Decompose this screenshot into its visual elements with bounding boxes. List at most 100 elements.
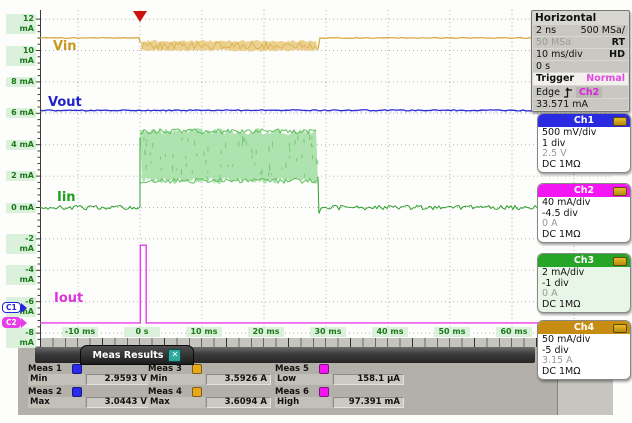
y-axis-label: 0 mA (6, 203, 36, 213)
trigger-source: Ch2 (576, 87, 602, 98)
marker-arrow (21, 303, 27, 313)
meas-header-label: Meas 1 (28, 364, 62, 374)
y-axis-label: 2 mA (6, 171, 36, 181)
horizontal-row-right: RT (612, 37, 625, 48)
horizontal-row-right: HD (609, 49, 625, 60)
meas-stat-label: Low (275, 374, 332, 385)
trace-label-iin: Iin (57, 190, 76, 205)
y-axis-label: -8 mA (6, 328, 36, 348)
meas-header-label: Meas 6 (275, 387, 309, 397)
ch1-offset-marker[interactable]: C1 (2, 302, 27, 313)
horizontal-row-right: 500 MSa/ (581, 25, 625, 36)
channel-setting-line: 0 A (542, 219, 626, 230)
meas-row: Max3.6094 A (148, 397, 271, 408)
channel-header-ch3[interactable]: Ch3 (538, 254, 630, 267)
tab-meas-results[interactable]: Meas Results ✕ (80, 345, 194, 365)
trigger-position-marker[interactable] (133, 11, 147, 22)
channel-setting-line: 2 mA/div (542, 268, 626, 279)
horizontal-panel-title: Horizontal (532, 11, 629, 25)
meas-row: High97.391 mA (275, 397, 404, 408)
meas-value: 3.6094 A (206, 397, 271, 408)
y-axis-label: 8 mA (6, 77, 36, 87)
channel-settings: 500 mV/div1 div2.5 VDC 1MΩ (538, 127, 630, 172)
meas-row: Min2.9593 V (28, 374, 151, 385)
horizontal-rows: 2 ns 500 MSa/50 MSa RT 10 ms/div HD 0 s (532, 25, 629, 72)
channel-setting-line: DC 1MΩ (542, 160, 626, 171)
trigger-edge-row: Edge Ch2 (533, 86, 628, 98)
ch2-offset-marker[interactable]: C2 (2, 317, 27, 328)
channel-header-ch1[interactable]: Ch1 (538, 114, 630, 127)
channel-setting-line: 40 mA/div (542, 198, 626, 209)
meas-header: Meas 3 (148, 364, 202, 374)
y-axis-label: 12 mA (6, 14, 36, 34)
waveform-traces (34, 10, 612, 345)
channel-setting-line: DC 1MΩ (542, 230, 626, 241)
channel-setting-line: 0 A (542, 289, 626, 300)
meas-header-label: Meas 4 (148, 387, 182, 397)
rising-edge-icon (563, 87, 573, 98)
meas-header-label: Meas 5 (275, 364, 309, 374)
meas-stat-label: Min (148, 374, 205, 385)
marker-tag: C2 (2, 317, 21, 328)
meas-stat-label: Min (28, 374, 85, 385)
channel-panel-ch4[interactable]: Ch450 mA/div-5 div3.15 ADC 1MΩ (537, 320, 631, 380)
marker-tag: C1 (2, 302, 21, 313)
horizontal-row-left: 0 s (536, 61, 550, 72)
channel-settings: 40 mA/div-4.5 div0 ADC 1MΩ (538, 197, 630, 242)
meas-source-icon (192, 387, 202, 397)
meas-row: Min3.5926 A (148, 374, 271, 385)
meas-stat-label: Max (28, 397, 85, 408)
channel-setting-line: 50 mA/div (542, 335, 626, 346)
y-axis-label: 6 mA (6, 108, 36, 118)
trace-label-iout: Iout (54, 291, 83, 306)
meas-header-label: Meas 2 (28, 387, 62, 397)
trace-iin (40, 128, 611, 214)
meas-header: Meas 5 (275, 364, 329, 374)
meas-row: Max3.0443 V (28, 397, 151, 408)
horizontal-panel[interactable]: Horizontal 2 ns500 MSa/50 MSaRT10 ms/div… (531, 10, 630, 112)
horizontal-row: 0 s (533, 61, 628, 72)
horizontal-row-left: 50 MSa (536, 37, 571, 48)
meas-header: Meas 6 (275, 387, 329, 397)
meas-stat-label: Max (148, 397, 205, 408)
channel-settings: 50 mA/div-5 div3.15 ADC 1MΩ (538, 334, 630, 379)
oscilloscope-screen: 12 mA10 mA8 mA6 mA4 mA2 mA0 mA-2 mA-4 mA… (0, 0, 632, 423)
meas-source-icon (319, 364, 329, 374)
trigger-type: Edge (536, 87, 560, 98)
horizontal-row-left: 2 ns (536, 25, 556, 36)
probe-icon (613, 324, 627, 333)
trace-iout (40, 245, 612, 323)
meas-source-icon (72, 387, 82, 397)
marker-arrow (21, 318, 27, 328)
meas-header: Meas 1 (28, 364, 82, 374)
horizontal-row-left: 10 ms/div (536, 49, 583, 60)
channel-panel-ch3[interactable]: Ch32 mA/div-1 div0 ADC 1MΩ (537, 253, 631, 313)
meas-stat-label: High (275, 397, 332, 408)
meas-header: Meas 4 (148, 387, 202, 397)
horizontal-row: 50 MSa RT (533, 37, 628, 48)
channel-setting-line: 3.15 A (542, 356, 626, 367)
y-axis-label: 10 mA (6, 46, 36, 66)
channel-header-ch2[interactable]: Ch2 (538, 184, 630, 197)
meas-source-icon (192, 364, 202, 374)
meas-source-icon (319, 387, 329, 397)
meas-source-icon (72, 364, 82, 374)
trace-label-vin: Vin (53, 39, 77, 54)
meas-header: Meas 2 (28, 387, 82, 397)
channel-settings: 2 mA/div-1 div0 ADC 1MΩ (538, 267, 630, 312)
channel-setting-line: 2.5 V (542, 149, 626, 160)
meas-header-label: Meas 3 (148, 364, 182, 374)
meas-value: 97.391 mA (333, 397, 404, 408)
tab-meas-results-label: Meas Results (93, 350, 164, 361)
meas-value: 2.9593 V (86, 374, 151, 385)
y-axis-label: -2 mA (6, 234, 36, 254)
channel-header-ch4[interactable]: Ch4 (538, 321, 630, 334)
channel-panel-ch1[interactable]: Ch1500 mV/div1 div2.5 VDC 1MΩ (537, 113, 631, 173)
horizontal-row: 10 ms/div HD (533, 49, 628, 60)
y-axis-label: 4 mA (6, 140, 36, 150)
trigger-title: Trigger (536, 73, 574, 85)
close-icon[interactable]: ✕ (168, 349, 181, 362)
channel-setting-line: 500 mV/div (542, 128, 626, 139)
channel-panel-ch2[interactable]: Ch240 mA/div-4.5 div0 ADC 1MΩ (537, 183, 631, 243)
channel-setting-line: DC 1MΩ (542, 367, 626, 378)
